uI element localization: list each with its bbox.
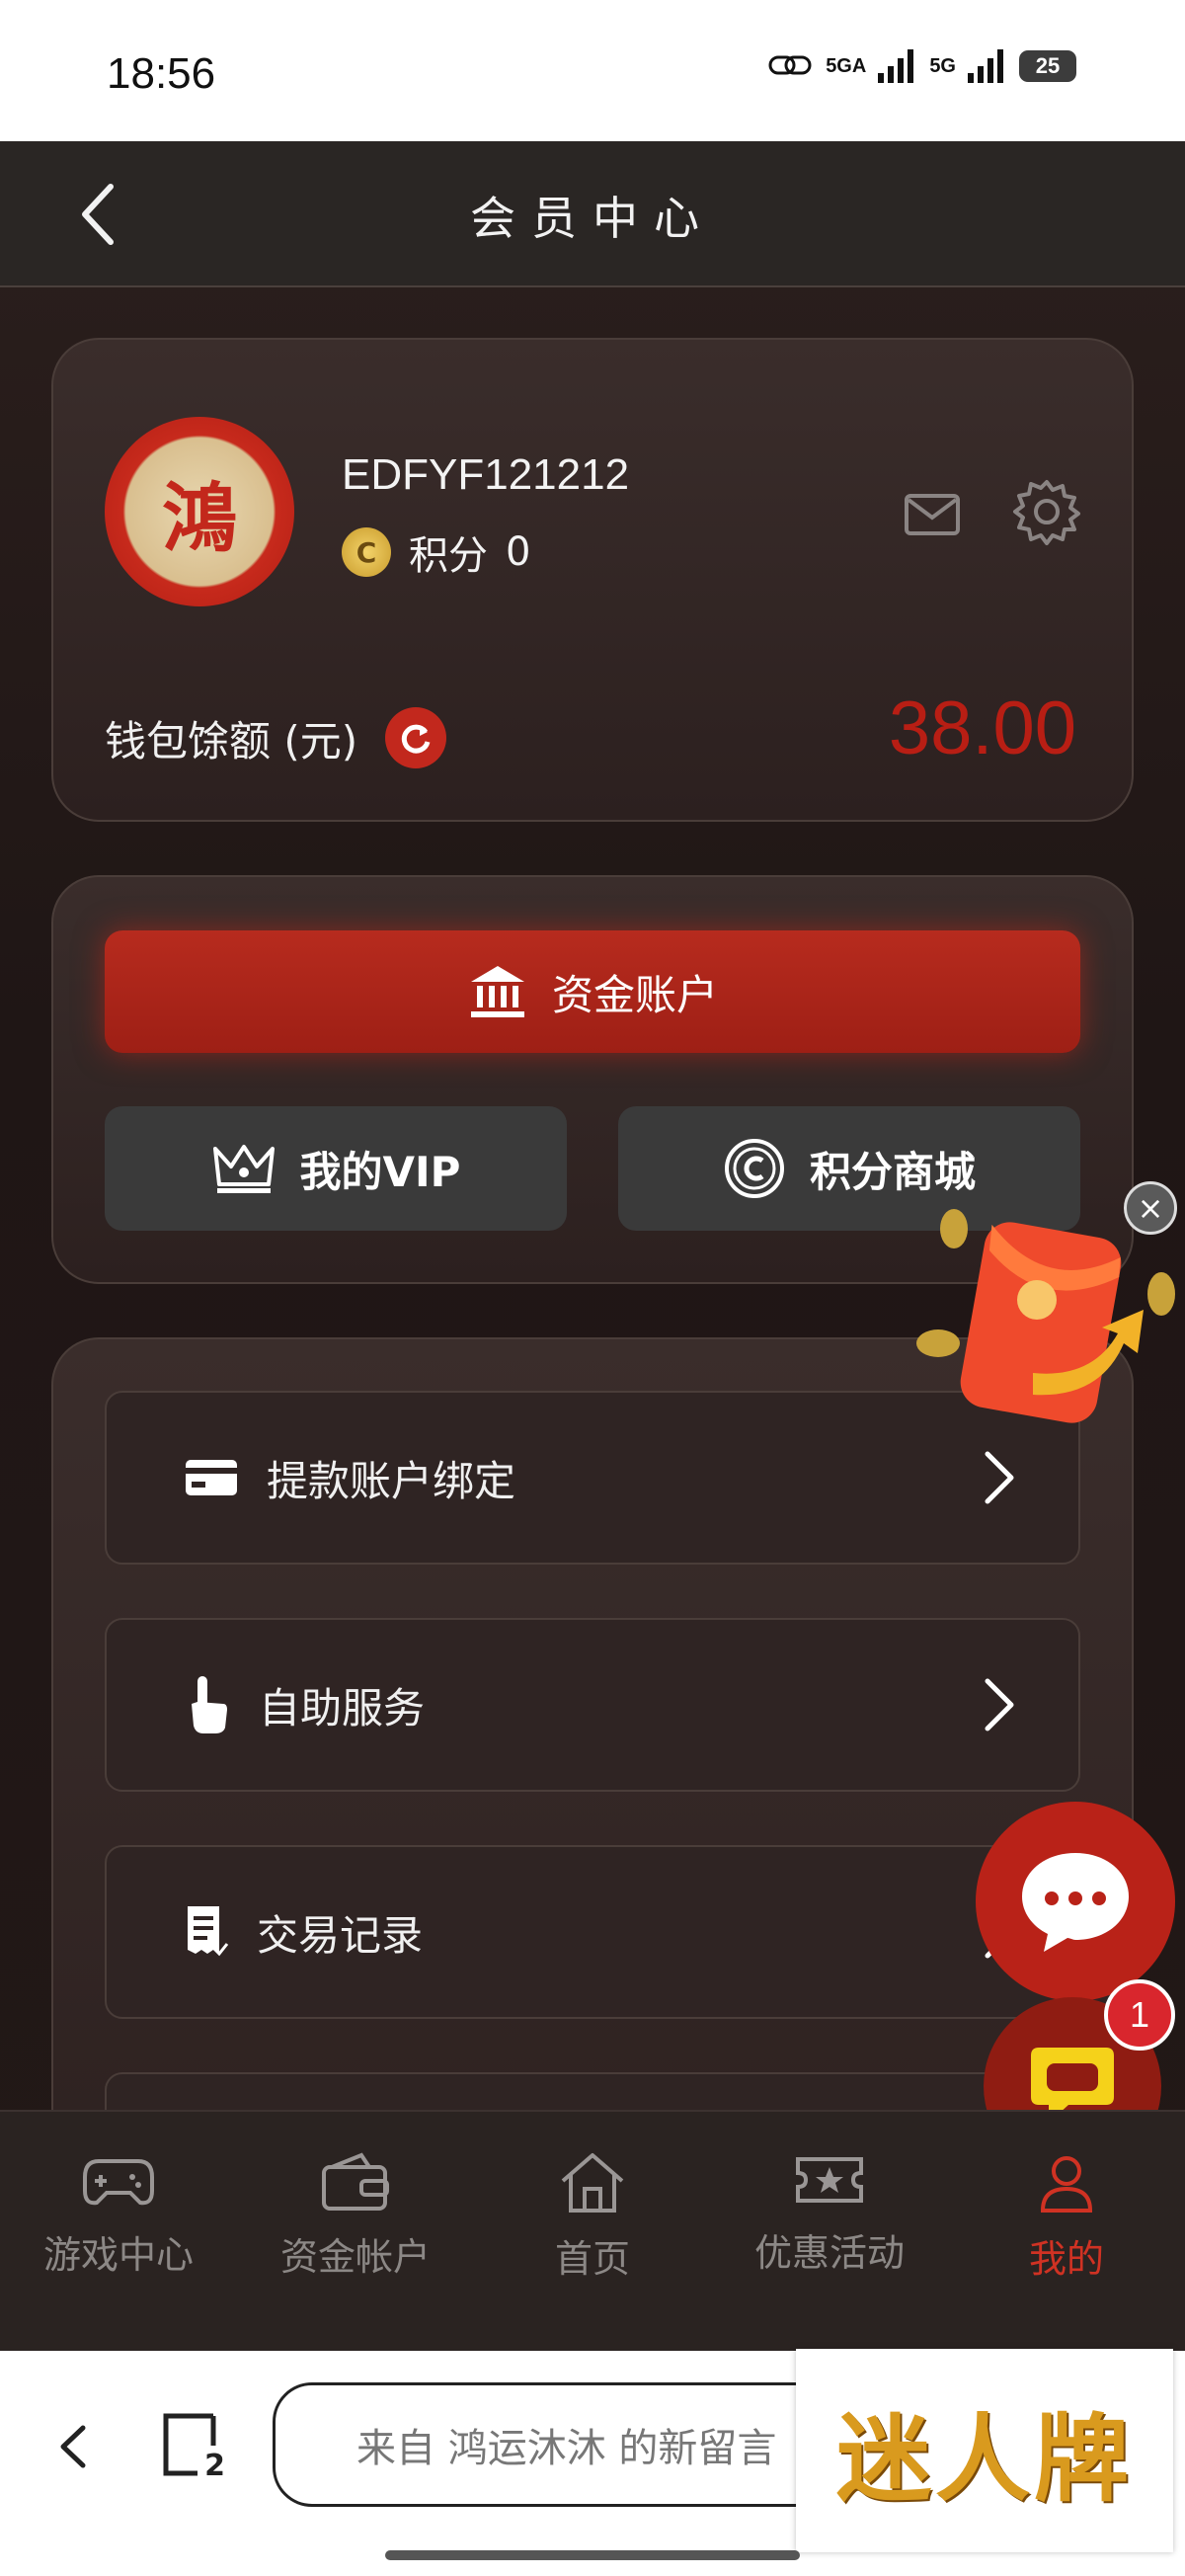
gamepad-icon bbox=[83, 2159, 154, 2206]
red-envelope-icon bbox=[916, 1209, 1175, 1423]
network-5g: 5G bbox=[929, 54, 956, 77]
chat-bubble-icon bbox=[1022, 1853, 1129, 1952]
network-5ga: 5GA bbox=[826, 54, 867, 77]
tab-mine[interactable]: 我的 bbox=[948, 2151, 1185, 2283]
live-chat-button[interactable] bbox=[976, 1802, 1175, 2001]
my-vip-label: 我的VIP bbox=[299, 1147, 461, 1196]
fund-account-button[interactable]: 资金账户 bbox=[105, 930, 1080, 1053]
close-float-button[interactable]: × bbox=[1124, 1181, 1177, 1235]
top-nav: 会员中心 bbox=[0, 141, 1185, 287]
chevron-left-icon bbox=[60, 2425, 86, 2468]
signal-icon bbox=[878, 49, 914, 83]
user-icon bbox=[1040, 2156, 1093, 2213]
bank-icon bbox=[470, 966, 524, 1017]
ad-logo-text: 迷人牌 bbox=[836, 2402, 1133, 2515]
browser-back-button[interactable] bbox=[40, 2412, 109, 2481]
tab-fund-account[interactable]: 资金帐户 bbox=[237, 2151, 474, 2281]
tab-home[interactable]: 首页 bbox=[474, 2151, 711, 2283]
tab-label: 资金帐户 bbox=[279, 2235, 431, 2279]
ticket-icon bbox=[796, 2157, 863, 2203]
status-time: 18:56 bbox=[107, 49, 216, 98]
signal-icon bbox=[968, 49, 1003, 83]
wallet-label: 钱包馀额 (元) bbox=[105, 716, 358, 765]
username: EDFYF121212 bbox=[342, 450, 630, 499]
wallet-balance: 38.00 bbox=[888, 686, 1076, 770]
menu-item-transactions[interactable]: 交易记录 bbox=[105, 1845, 1080, 2019]
status-icons: 5GA 5G 25 bbox=[768, 49, 1076, 83]
tab-label: 优惠活动 bbox=[753, 2231, 905, 2275]
coin-icon: C bbox=[342, 527, 391, 577]
tab-label: 我的 bbox=[1028, 2237, 1104, 2281]
wallet-label-row: 钱包馀额 (元) bbox=[105, 707, 447, 768]
menu-item-self-service[interactable]: 自助服务 bbox=[105, 1618, 1080, 1792]
crown-icon bbox=[212, 1145, 275, 1193]
status-bar: 18:56 5GA 5G 25 bbox=[0, 0, 1185, 141]
ad-banner[interactable]: 迷人牌 bbox=[796, 2349, 1173, 2552]
points-label: 积分 bbox=[409, 533, 488, 579]
settings-button[interactable] bbox=[1011, 476, 1082, 547]
gear-icon bbox=[1013, 480, 1080, 545]
tab-count: 2 bbox=[202, 2449, 227, 2483]
mail-icon bbox=[905, 494, 960, 535]
points-value: 0 bbox=[506, 529, 531, 575]
link-icon bbox=[768, 55, 812, 75]
card-icon bbox=[186, 1460, 237, 1495]
battery-icon: 25 bbox=[1019, 50, 1076, 82]
tab-promotions[interactable]: 优惠活动 bbox=[711, 2151, 948, 2277]
profile-card: 鴻 EDFYF121212 C 积分 0 钱包馀额 (元) 38.00 bbox=[51, 338, 1134, 822]
home-indicator bbox=[385, 2550, 800, 2560]
notification-badge: 1 bbox=[1104, 1979, 1175, 2051]
my-vip-button[interactable]: 我的VIP bbox=[105, 1106, 567, 1231]
menu-item-label: 提款账户绑定 bbox=[267, 1456, 516, 1505]
tab-label: 游戏中心 bbox=[42, 2233, 194, 2277]
tab-label: 首页 bbox=[554, 2237, 630, 2281]
tab-game-center[interactable]: 游戏中心 bbox=[0, 2151, 237, 2279]
fund-account-label: 资金账户 bbox=[551, 970, 718, 1019]
url-text: 来自 鸿运沐沐 的新留言 bbox=[356, 2426, 777, 2471]
page-title: 会员中心 bbox=[470, 192, 715, 245]
receipt-icon bbox=[188, 1906, 229, 1957]
mail-button[interactable] bbox=[903, 484, 962, 543]
red-packet-float[interactable] bbox=[914, 1205, 1181, 1442]
close-icon: × bbox=[1137, 1189, 1164, 1227]
refresh-icon bbox=[402, 724, 431, 754]
bottom-tab-bar: 游戏中心 资金帐户 首页 优惠活动 我的 bbox=[0, 2110, 1185, 2351]
browser-tabs-button[interactable]: 2 bbox=[158, 2410, 227, 2483]
chevron-right-icon bbox=[985, 1451, 1014, 1504]
avatar[interactable]: 鴻 bbox=[105, 417, 294, 606]
chevron-right-icon bbox=[985, 1678, 1014, 1731]
hand-pointer-icon bbox=[192, 1676, 227, 1733]
points-row: C 积分 0 bbox=[342, 523, 530, 581]
points-shop-label: 积分商城 bbox=[809, 1147, 976, 1196]
menu-item-label: 交易记录 bbox=[257, 1910, 424, 1960]
home-icon bbox=[561, 2153, 624, 2213]
refresh-button[interactable] bbox=[385, 707, 447, 768]
points-coin-icon bbox=[724, 1139, 784, 1198]
wallet-icon bbox=[322, 2152, 389, 2211]
avatar-char: 鴻 bbox=[162, 474, 237, 562]
menu-item-label: 自助服务 bbox=[259, 1683, 426, 1732]
